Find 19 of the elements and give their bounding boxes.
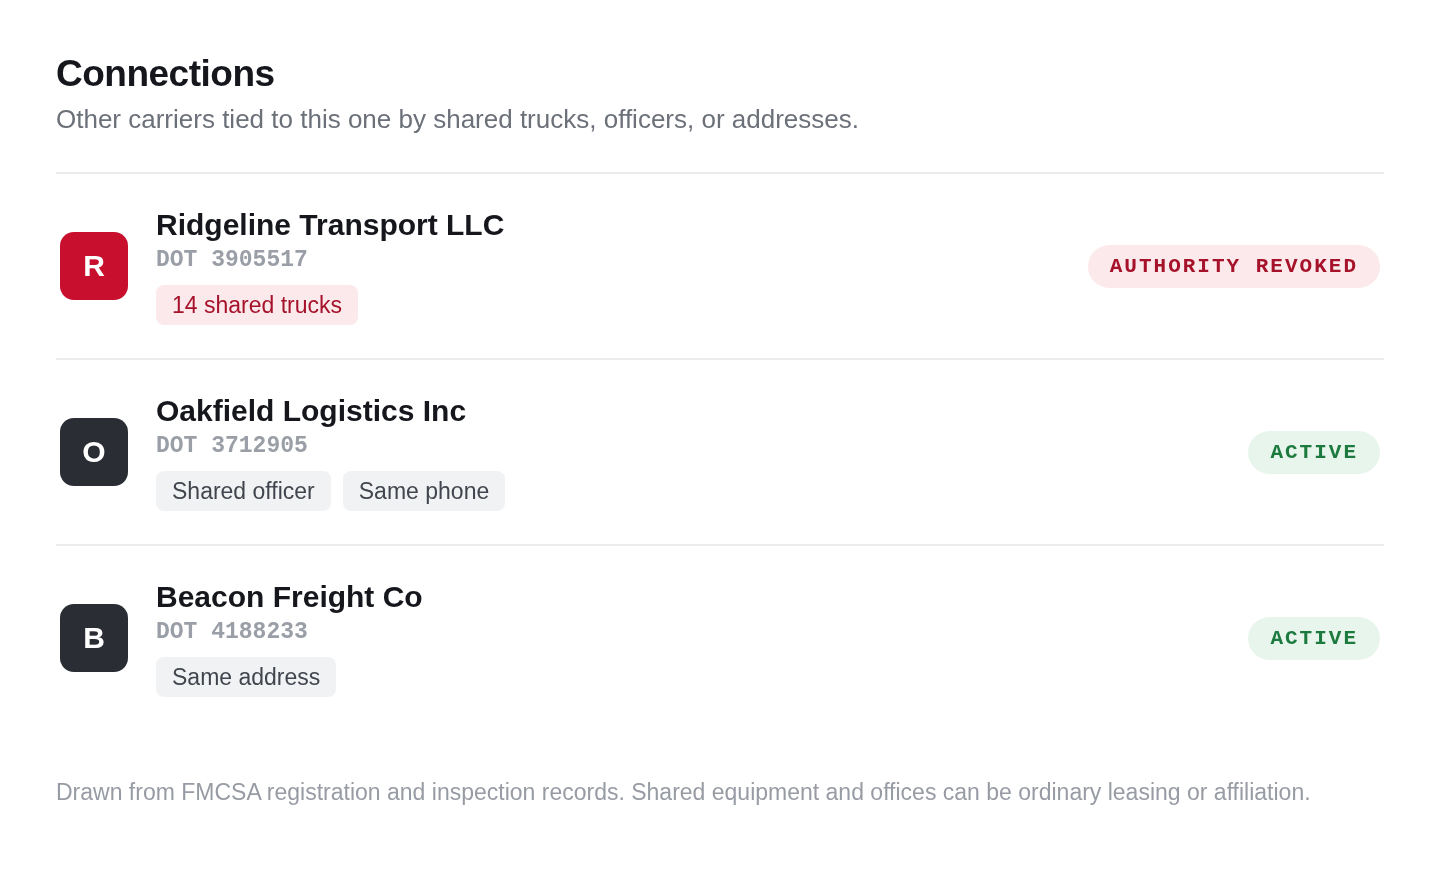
letter-avatar: O	[60, 418, 128, 486]
connection-tag: Same phone	[342, 471, 506, 511]
carrier-name: Oakfield Logistics Inc	[156, 393, 467, 429]
dot-number: DOT 4188233	[156, 618, 308, 647]
dot-number: DOT 3712905	[156, 432, 308, 461]
letter-avatar: B	[60, 604, 128, 672]
carrier-name: Ridgeline Transport LLC	[156, 207, 505, 243]
status-badge: ACTIVE	[1248, 616, 1380, 660]
section-subtitle: Other carriers tied to this one by shared trucks, officers, or addresses.	[56, 103, 860, 136]
connection-tag: 14 shared trucks	[156, 285, 359, 325]
connection-tag: Shared officer	[156, 471, 331, 511]
dot-number: DOT 3905517	[156, 246, 308, 275]
status-badge: AUTHORITY REVOKED	[1087, 244, 1380, 288]
carrier-name: Beacon Freight Co	[156, 579, 423, 615]
section-title: Connections	[56, 52, 276, 96]
letter-avatar: R	[60, 232, 128, 300]
footnote: Drawn from FMCSA registration and inspection records. Shared equipment and offices can be ordinary leasing or affiliation.	[56, 778, 1312, 807]
connection-tag: Same address	[156, 657, 337, 697]
status-badge: ACTIVE	[1248, 430, 1380, 474]
